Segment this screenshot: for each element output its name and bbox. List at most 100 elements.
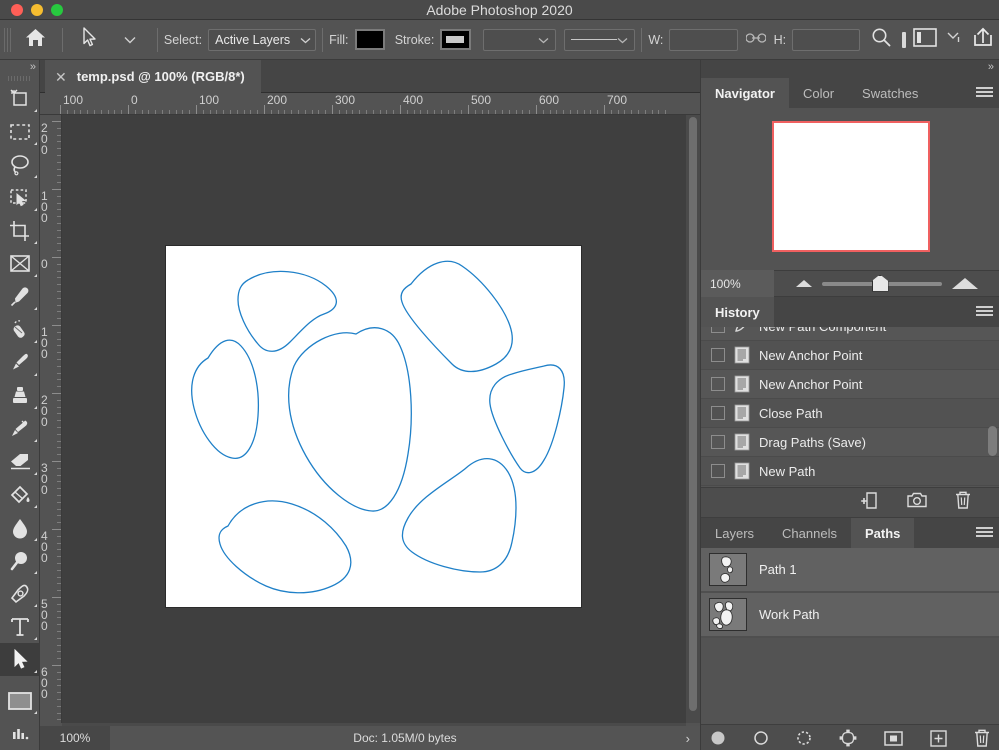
navigator-zoom-field[interactable]: 100% [701, 270, 774, 297]
tab-layers[interactable]: Layers [701, 518, 769, 548]
history-item[interactable]: Close Path [701, 399, 999, 428]
double-chevron-right-icon[interactable]: » [988, 61, 994, 73]
create-new-path-icon[interactable] [930, 729, 947, 750]
stroke-style-dropdown[interactable] [564, 28, 636, 51]
document-canvas[interactable] [165, 245, 582, 608]
panel-menu-icon[interactable] [976, 306, 993, 318]
workspace-button[interactable] [909, 23, 941, 57]
paths-list-empty-area[interactable] [701, 638, 999, 724]
double-chevron-right-icon[interactable]: » [30, 61, 36, 73]
panel-menu-icon[interactable] [976, 87, 993, 99]
object-selection-tool[interactable] [0, 181, 40, 214]
height-input[interactable] [792, 28, 861, 51]
stroke-color-swatch[interactable] [440, 29, 471, 50]
stroke-width-field[interactable] [482, 28, 557, 51]
vertical-ruler[interactable]: 2001000100200300400500600700 [40, 115, 62, 723]
rectangle-tool[interactable] [0, 684, 40, 717]
history-list[interactable]: New Path Component New Anchor Point New An… [701, 327, 999, 487]
tab-navigator[interactable]: Navigator [701, 78, 789, 108]
close-icon[interactable]: ✕ [55, 70, 67, 84]
pen-tool[interactable] [0, 577, 40, 610]
eyedropper-tool[interactable] [0, 280, 40, 313]
horizontal-ruler[interactable]: 100 0 100 200 300 400 500 600 700 [40, 93, 700, 115]
history-item-checkbox[interactable] [711, 377, 725, 391]
dodge-tool[interactable] [0, 544, 40, 577]
document-tab[interactable]: ✕ temp.psd @ 100% (RGB/8*) [45, 60, 261, 93]
more-tools[interactable] [0, 717, 40, 750]
tab-color[interactable]: Color [788, 78, 849, 108]
clone-stamp-tool[interactable] [0, 379, 40, 412]
canvas-area[interactable] [62, 115, 700, 723]
gradient-tool[interactable] [0, 478, 40, 511]
slider-track[interactable] [821, 274, 942, 292]
fill-color-swatch[interactable] [354, 29, 385, 50]
history-scrollbar[interactable] [988, 331, 997, 483]
panel-menu-icon[interactable] [976, 527, 993, 539]
history-item[interactable]: Drag Paths (Save) [701, 428, 999, 457]
status-doc-info[interactable]: Doc: 1.05M/0 bytes › [110, 726, 700, 750]
history-item[interactable]: New Anchor Point [701, 370, 999, 399]
scrollbar-thumb[interactable] [689, 117, 697, 711]
ruler-tick [52, 257, 61, 258]
make-work-path-icon[interactable] [839, 729, 857, 750]
history-item[interactable]: New Anchor Point [701, 341, 999, 370]
tools-panel-grip[interactable] [8, 76, 32, 81]
history-item-checkbox[interactable] [711, 435, 725, 449]
history-item-checkbox[interactable] [711, 464, 725, 478]
tool-preset-dropdown[interactable] [110, 23, 151, 57]
tab-swatches[interactable]: Swatches [848, 78, 933, 108]
spot-healing-brush-tool[interactable] [0, 313, 40, 346]
crop-tool[interactable] [0, 214, 40, 247]
canvas-vertical-scrollbar[interactable] [686, 115, 700, 723]
history-brush-tool[interactable] [0, 412, 40, 445]
frame-tool[interactable] [0, 247, 40, 280]
eraser-tool[interactable] [0, 445, 40, 478]
scrollbar-thumb[interactable] [988, 426, 997, 456]
history-item-checkbox[interactable] [711, 327, 725, 333]
chevron-right-icon[interactable]: › [686, 731, 690, 746]
tab-paths[interactable]: Paths [850, 518, 915, 548]
tab-history[interactable]: History [701, 297, 774, 327]
fill-path-icon[interactable] [710, 730, 726, 750]
path-item-work-path[interactable]: Work Path [701, 593, 999, 636]
options-bar-grip[interactable] [4, 27, 11, 52]
navigator-body[interactable] [701, 108, 999, 270]
current-tool-button[interactable] [69, 23, 110, 57]
small-mountain-icon[interactable] [795, 280, 812, 287]
history-item[interactable]: New Path [701, 457, 999, 486]
width-input[interactable] [669, 28, 738, 51]
navigator-thumbnail[interactable] [772, 121, 930, 252]
select-mode-dropdown[interactable]: Active Layers [208, 28, 317, 51]
type-tool[interactable] [0, 610, 40, 643]
link-icon[interactable] [744, 31, 767, 48]
navigator-zoom-slider[interactable] [774, 270, 999, 297]
path-selection-tool[interactable] [0, 643, 40, 676]
search-button[interactable] [860, 23, 901, 57]
large-mountain-icon[interactable] [951, 278, 978, 289]
slider-knob[interactable] [871, 274, 889, 292]
paths-list[interactable]: Path 1 Work Path [701, 548, 999, 724]
workspace-dropdown[interactable] [941, 23, 967, 57]
create-document-from-state-icon[interactable] [861, 491, 879, 514]
blur-tool[interactable] [0, 511, 40, 544]
brush-tool[interactable] [0, 346, 40, 379]
history-item-checkbox[interactable] [711, 348, 725, 362]
home-button[interactable] [15, 23, 56, 57]
delete-state-icon[interactable] [955, 491, 971, 514]
lasso-tool[interactable] [0, 148, 40, 181]
rectangular-marquee-tool[interactable] [0, 115, 40, 148]
create-snapshot-icon[interactable] [907, 492, 927, 513]
artboard-tool[interactable] [0, 82, 40, 115]
status-zoom-level[interactable]: 100% [40, 731, 110, 745]
load-path-as-selection-icon[interactable] [796, 730, 812, 750]
tab-channels[interactable]: Channels [768, 518, 851, 548]
history-item-checkbox[interactable] [711, 406, 725, 420]
path-item-path-1[interactable]: Path 1 [701, 548, 999, 591]
delete-path-icon[interactable] [974, 729, 990, 750]
tool-more-indicator [34, 571, 37, 574]
history-item[interactable]: New Path Component [701, 327, 999, 341]
add-layer-mask-icon[interactable] [884, 730, 903, 750]
stroke-path-icon[interactable] [753, 730, 769, 750]
status-doc-info-text: Doc: 1.05M/0 bytes [353, 731, 457, 745]
share-button[interactable] [967, 23, 999, 57]
